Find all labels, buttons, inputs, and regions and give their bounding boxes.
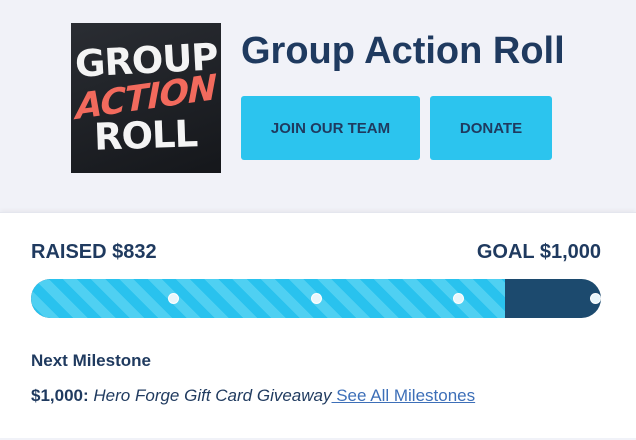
join-team-button[interactable]: JOIN OUR TEAM bbox=[241, 96, 420, 160]
milestone-marker bbox=[168, 293, 179, 304]
progress-bar bbox=[31, 279, 601, 318]
donate-button[interactable]: DONATE bbox=[430, 96, 552, 160]
page-title: Group Action Roll bbox=[241, 30, 565, 72]
milestone-line: $1,000: Hero Forge Gift Card Giveaway Se… bbox=[31, 386, 475, 406]
team-logo: GROUP ACTION ROLL bbox=[71, 23, 221, 173]
milestone-name: Hero Forge Gift Card Giveaway bbox=[93, 386, 332, 405]
milestone-marker bbox=[310, 293, 322, 304]
next-milestone-heading: Next Milestone bbox=[31, 351, 151, 370]
goal-amount: GOAL $1,000 bbox=[476, 241, 601, 263]
raised-amount: RAISED $832 bbox=[31, 241, 157, 263]
progress-fill bbox=[31, 279, 506, 318]
milestone-marker bbox=[453, 293, 464, 304]
campaign-header: GROUP ACTION ROLL Group Action Roll JOIN… bbox=[0, 0, 636, 212]
milestone-marker bbox=[589, 293, 601, 304]
logo-word-3: ROLL bbox=[93, 112, 199, 159]
progress-card: RAISED $832 GOAL $1,000 Next Milestone $… bbox=[0, 212, 636, 438]
see-all-milestones-link[interactable]: See All Milestones bbox=[332, 386, 475, 405]
milestone-amount: $1,000: bbox=[31, 386, 89, 405]
